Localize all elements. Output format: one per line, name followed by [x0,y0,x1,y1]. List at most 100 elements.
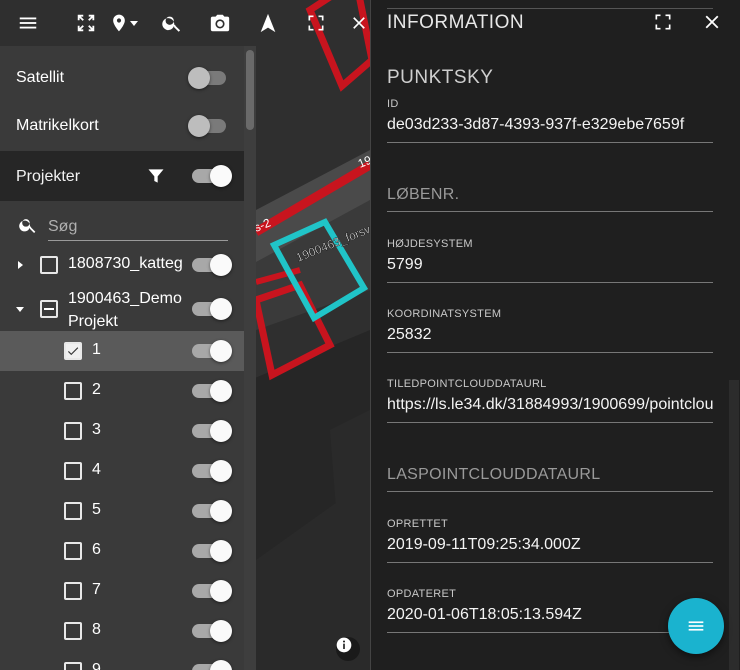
cadastral-layer-row[interactable]: Matrikelkort [0,106,244,146]
sublayer-toggle[interactable] [192,580,232,602]
field-lobenr[interactable]: LØBENR. [387,186,713,212]
sublayer-row[interactable]: 6 [0,531,244,571]
layer-panel: Satellit Matrikelkort Projekter 1808730_… [0,46,256,670]
project-search [0,201,244,245]
sublayer-toggle[interactable] [192,420,232,442]
sublayer-checkbox[interactable] [64,422,82,440]
fullscreen-icon [308,15,324,31]
sublayer-toggle[interactable] [192,340,232,362]
field-label: OPRETTET [387,518,449,530]
check-icon [67,347,79,356]
sublayer-checkbox[interactable] [64,542,82,560]
search-button[interactable] [157,8,187,38]
info-fullscreen-button[interactable] [653,12,677,36]
field-id[interactable]: ID de03d233-3d87-4393-937f-e329ebe7659f [387,98,713,143]
screenshot-button[interactable] [205,8,235,38]
filter-icon[interactable] [146,166,166,186]
field-oprettet[interactable]: OPRETTET 2019-09-11T09:25:34.000Z [387,518,713,563]
zoom-extent-icon [77,14,95,32]
map-attribution-info-button[interactable] [336,637,360,661]
sublayer-row[interactable]: 5 [0,491,244,531]
sublayer-checkbox[interactable] [64,462,82,480]
field-hojdesystem[interactable]: HØJDESYSTEM 5799 [387,238,713,283]
projects-toggle[interactable] [192,165,232,187]
project-checkbox[interactable] [40,256,58,274]
sublayer-label: 6 [92,541,101,558]
sublayer-checkbox[interactable] [64,662,82,670]
satellite-label: Satellit [16,69,65,86]
sublayer-toggle[interactable] [192,540,232,562]
location-pin-icon [113,14,125,32]
menu-icon [19,17,37,29]
sublayer-toggle[interactable] [192,660,232,670]
layer-panel-scrollbar[interactable] [244,46,256,670]
field-label: OPDATERET [387,588,457,600]
field-value: 2020-01-06T18:05:13.594Z [387,606,582,623]
caret-down-icon[interactable] [12,301,28,317]
info-panel-scrollbar[interactable] [729,380,739,670]
sublayer-toggle[interactable] [192,500,232,522]
sublayer-toggle[interactable] [192,460,232,482]
satellite-layer-row[interactable]: Satellit [0,58,244,98]
field-las-url[interactable]: LASPOINTCLOUDDATAURL [387,466,713,492]
sublayer-label: 2 [92,381,101,398]
sublayer-checkbox[interactable] [64,622,82,640]
satellite-toggle[interactable] [188,67,230,89]
project-toggle[interactable] [192,298,232,320]
sublayer-row[interactable]: 7 [0,571,244,611]
sublayer-checkbox[interactable] [64,382,82,400]
sublayer-row[interactable]: 4 [0,451,244,491]
field-opdateret[interactable]: OPDATERET 2020-01-06T18:05:13.594Z [387,588,713,633]
top-toolbar [0,0,370,46]
projects-header: Projekter [0,151,244,201]
menu-fab-button[interactable] [668,598,724,654]
cadastral-toggle[interactable] [188,115,230,137]
sublayer-label: 9 [92,661,101,670]
fullscreen-button[interactable] [301,8,331,38]
location-dropdown-button[interactable] [106,8,142,38]
project-search-input[interactable] [48,213,228,241]
sublayer-checkbox[interactable] [64,342,82,360]
field-value: https://ls.le34.dk/31884993/1900699/poin… [387,396,713,413]
project-row[interactable]: 1808730_katteg [0,245,244,285]
sublayer-label: 8 [92,621,101,638]
sublayer-row[interactable]: 9 [0,651,244,670]
field-label: ID [387,98,399,110]
info-icon [336,637,352,653]
sublayer-row[interactable]: 2 [0,371,244,411]
sublayer-checkbox[interactable] [64,502,82,520]
caret-right-icon[interactable] [12,257,28,273]
sublayer-checkbox[interactable] [64,582,82,600]
project-toggle[interactable] [192,254,232,276]
camera-icon [210,14,230,32]
sublayer-toggle[interactable] [192,380,232,402]
sublayer-row[interactable]: 1 [0,331,244,371]
project-row-expanded[interactable]: 1900463_Demo Projekt [0,285,244,333]
project-checkbox-indeterminate[interactable] [40,300,58,318]
zoom-extent-button[interactable] [71,8,101,38]
scrollbar-thumb[interactable] [246,50,254,130]
sublayer-label: 7 [92,581,101,598]
field-tiled-url[interactable]: TILEDPOINTCLOUDDATAURL https://ls.le34.d… [387,378,713,423]
sublayer-label: 4 [92,461,101,478]
toolbar-close-button[interactable] [349,8,369,38]
field-value: 5799 [387,256,423,273]
north-button[interactable] [253,8,283,38]
fullscreen-icon [655,14,671,30]
field-value: de03d233-3d87-4393-937f-e329ebe7659f [387,116,685,133]
close-icon [353,17,365,29]
sublayer-row[interactable]: 8 [0,611,244,651]
field-value: 25832 [387,326,432,343]
field-label: KOORDINATSYSTEM [387,308,502,320]
info-close-button[interactable] [701,11,725,35]
sublayer-row[interactable]: 3 [0,411,244,451]
information-panel: INFORMATION PUNKTSKY ID de03d233-3d87-43… [370,0,740,670]
field-koordinatsystem[interactable]: KOORDINATSYSTEM 25832 [387,308,713,353]
section-title: PUNKTSKY [387,67,494,88]
info-title: INFORMATION [387,12,525,33]
caret-down-icon [130,21,138,26]
menu-button[interactable] [13,8,43,38]
search-icon [19,219,36,233]
field-value: 2019-09-11T09:25:34.000Z [387,536,581,553]
sublayer-toggle[interactable] [192,620,232,642]
